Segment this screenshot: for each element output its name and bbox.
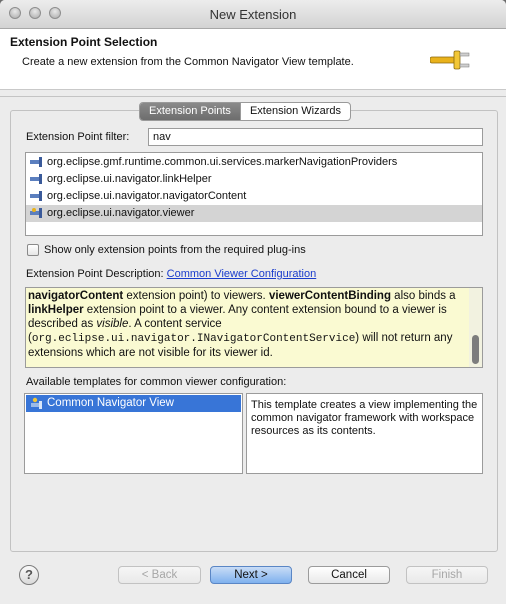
list-item-label: org.eclipse.ui.navigator.viewer	[47, 207, 195, 219]
template-icon	[31, 397, 42, 409]
template-description: This template creates a view implementin…	[246, 393, 483, 474]
required-only-label: Show only extension points from the requ…	[44, 244, 306, 256]
extension-point-icon	[30, 191, 42, 201]
template-list[interactable]: Common Navigator View	[24, 393, 243, 474]
tab-extension-wizards[interactable]: Extension Wizards	[239, 103, 350, 120]
scrollbar-thumb[interactable]	[472, 335, 479, 364]
desc-text: also binds a	[390, 290, 456, 302]
desc-italic: visible	[96, 318, 129, 330]
finish-button[interactable]: Finish	[406, 566, 488, 584]
page-description: Create a new extension from the Common N…	[22, 56, 354, 68]
page-title: Extension Point Selection	[10, 35, 158, 49]
filter-label: Extension Point filter:	[26, 131, 130, 143]
description-text: navigatorContent extension point) to vie…	[28, 289, 468, 360]
description-scrollbar[interactable]	[469, 288, 482, 367]
list-item-label: org.eclipse.ui.navigator.linkHelper	[47, 173, 212, 185]
list-item-selected[interactable]: org.eclipse.ui.navigator.viewer	[26, 205, 482, 222]
desc-text: extension point to a viewer. Any content…	[28, 304, 447, 330]
desc-bold: viewerContentBinding	[268, 290, 391, 302]
list-item[interactable]: org.eclipse.gmf.runtime.common.ui.servic…	[26, 154, 482, 171]
next-button[interactable]: Next >	[210, 566, 292, 584]
desc-bold: linkHelper	[28, 304, 84, 316]
desc-text: extension point) to viewers.	[123, 290, 269, 302]
extension-point-template-icon	[30, 208, 42, 218]
back-button[interactable]: < Back	[118, 566, 201, 584]
list-item-label: org.eclipse.ui.navigator.navigatorConten…	[47, 190, 247, 202]
tab-bar: Extension Points Extension Wizards	[139, 102, 352, 121]
list-item[interactable]: org.eclipse.ui.navigator.navigatorConten…	[26, 188, 482, 205]
template-item-label: Common Navigator View	[47, 397, 174, 409]
desc-bold: navigatorContent	[28, 290, 124, 302]
new-extension-dialog: New Extension Extension Point Selection …	[0, 0, 506, 604]
help-button[interactable]: ?	[19, 565, 39, 585]
required-only-checkbox[interactable]	[27, 244, 39, 256]
extension-point-icon	[30, 174, 42, 184]
description-link[interactable]: Common Viewer Configuration	[167, 268, 317, 280]
cancel-button[interactable]: Cancel	[308, 566, 390, 584]
tab-extension-points[interactable]: Extension Points	[140, 103, 240, 120]
list-item[interactable]: org.eclipse.ui.navigator.linkHelper	[26, 171, 482, 188]
templates-label: Available templates for common viewer co…	[26, 376, 287, 388]
template-item-common-navigator-view[interactable]: Common Navigator View	[26, 395, 241, 412]
list-item-label: org.eclipse.gmf.runtime.common.ui.servic…	[47, 156, 398, 168]
desc-code: org.eclipse.ui.navigator.INavigatorConte…	[31, 333, 356, 345]
banner-divider	[0, 96, 506, 97]
filter-input[interactable]: nav	[148, 128, 483, 146]
extension-point-icon	[30, 157, 42, 167]
description-label: Extension Point Description: Common View…	[26, 268, 316, 280]
wizard-banner: Extension Point Selection Create a new e…	[0, 29, 506, 90]
description-box: navigatorContent extension point) to vie…	[25, 287, 483, 368]
extension-point-list[interactable]: org.eclipse.gmf.runtime.common.ui.servic…	[25, 152, 483, 236]
window-title: New Extension	[209, 7, 297, 22]
description-label-text: Extension Point Description:	[26, 268, 164, 280]
title-bar[interactable]: New Extension	[0, 0, 506, 29]
plug-icon	[430, 50, 470, 70]
